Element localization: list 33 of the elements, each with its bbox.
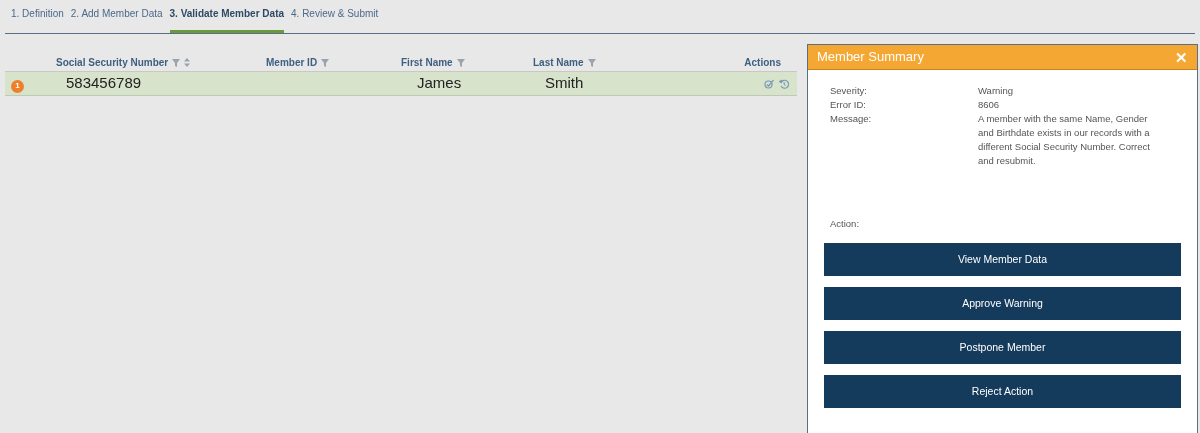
field-value: 8606 — [978, 98, 1001, 112]
field-value: A member with the same Name, Gender and Birthdate exists in our records with a different Social Security Number. Correct and resubmit. — [978, 112, 1151, 168]
column-header[interactable]: First Name — [401, 55, 453, 70]
column-header[interactable]: Member ID — [266, 55, 318, 70]
action-button[interactable]: Approve Warning — [824, 287, 1181, 320]
column-header[interactable]: Social Security Number — [56, 55, 169, 70]
action-button[interactable]: Reject Action — [824, 375, 1181, 408]
step-tab[interactable]: 4. Review & Submit — [291, 5, 379, 33]
table-cell: 583456789 — [66, 74, 142, 92]
sort-icon[interactable] — [184, 58, 191, 67]
step-tab[interactable]: 2. Add Member Data — [70, 5, 163, 33]
field-label: Severity: — [830, 84, 868, 98]
field-label: Error ID: — [830, 98, 867, 112]
warning-badge: 1 — [11, 79, 24, 93]
filter-icon[interactable] — [172, 58, 181, 67]
panel-title: Member Summary — [817, 48, 924, 67]
action-button[interactable]: View Member Data — [824, 243, 1181, 276]
table-cell: Smith — [545, 74, 584, 92]
field-label: Message: — [830, 112, 873, 126]
approve-icon[interactable] — [764, 78, 774, 89]
column-header[interactable]: Last Name — [533, 55, 584, 70]
table-row[interactable]: 1 583456789 James Smith — [5, 72, 797, 96]
filter-icon[interactable] — [321, 58, 330, 67]
history-icon[interactable] — [779, 78, 789, 89]
field-value: Warning — [978, 84, 1015, 98]
step-tab[interactable]: 1. Definition — [11, 5, 64, 33]
step-tab[interactable]: 3. Validate Member Data — [169, 5, 285, 33]
table-cell: James — [417, 74, 462, 92]
action-button[interactable]: Postpone Member — [824, 331, 1181, 364]
action-label: Action: — [830, 218, 860, 229]
column-header[interactable]: Actions — [744, 55, 781, 70]
filter-icon[interactable] — [456, 58, 465, 67]
filter-icon[interactable] — [587, 58, 596, 67]
